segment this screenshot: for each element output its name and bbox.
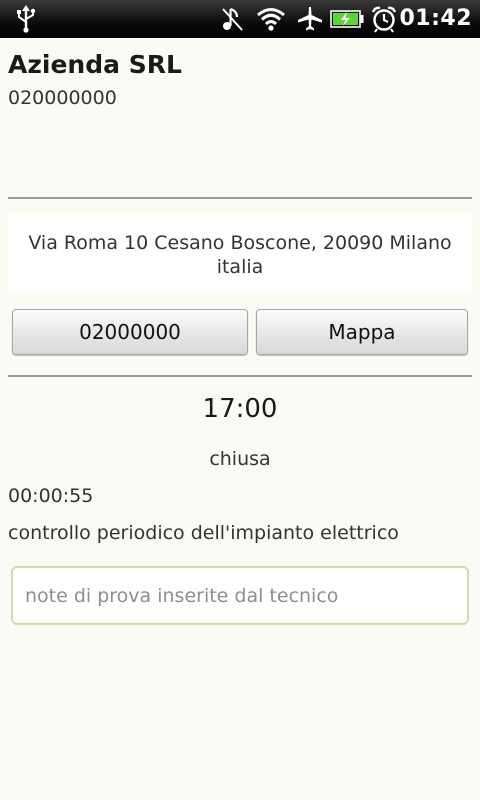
map-button[interactable]: Mappa <box>256 309 468 355</box>
duration-text: 00:00:55 <box>8 485 94 507</box>
wifi-icon <box>255 5 287 33</box>
usb-icon <box>14 5 38 33</box>
address-text: Via Roma 10 Cesano Boscone, 20090 Milano… <box>8 215 472 295</box>
divider <box>8 375 472 377</box>
company-name: Azienda SRL <box>8 50 182 79</box>
notes-input[interactable] <box>11 566 469 625</box>
airplane-icon <box>296 5 324 33</box>
divider <box>8 197 472 199</box>
status-clock: 01:42 <box>399 6 472 31</box>
intervention-description: controllo periodico dell'impianto elettr… <box>8 522 399 544</box>
company-code: 020000000 <box>8 87 117 109</box>
battery-charging-icon <box>330 5 364 33</box>
status-text: chiusa <box>209 448 271 470</box>
status-bar: 01:42 <box>0 0 480 38</box>
music-muted-icon <box>220 5 244 33</box>
alarm-clock-icon <box>370 5 398 33</box>
appointment-time: 17:00 <box>202 394 278 424</box>
call-button[interactable]: 02000000 <box>12 309 248 355</box>
